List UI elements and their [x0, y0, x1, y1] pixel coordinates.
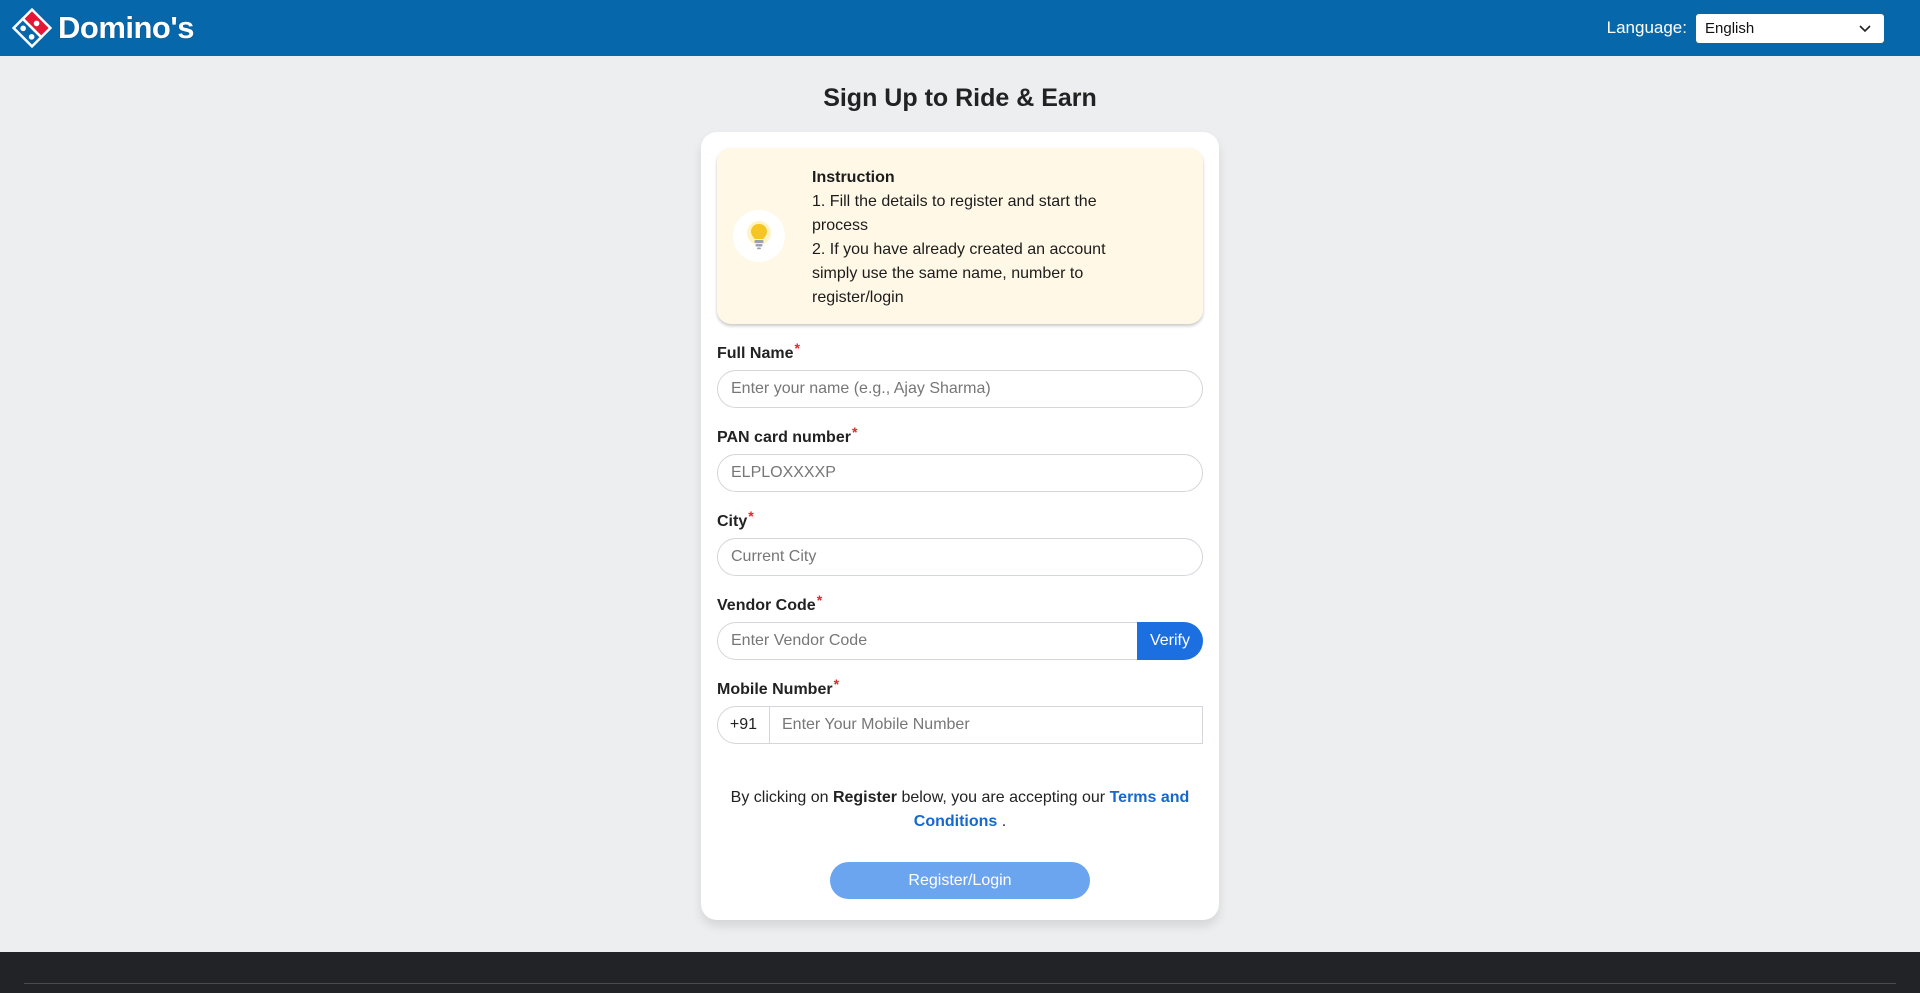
- signup-card: Instruction 1. Fill the details to regis…: [701, 132, 1219, 920]
- instruction-line-2: 2. If you have already created an accoun…: [812, 241, 1106, 306]
- language-selector: Language: English: [1606, 13, 1884, 43]
- language-label: Language:: [1606, 18, 1687, 37]
- vendor-code-label-text: Vendor Code: [717, 597, 816, 614]
- vendor-code-row: Verify: [717, 622, 1203, 660]
- full-name-label-text: Full Name: [717, 345, 794, 362]
- vendor-code-label: Vendor Code*: [717, 592, 1203, 614]
- pan-label-text: PAN card number: [717, 429, 851, 446]
- mobile-number-input[interactable]: [769, 706, 1203, 744]
- terms-prefix: By clicking on: [730, 789, 829, 806]
- terms-register-word: Register: [832, 789, 897, 806]
- brand-name: Domino's: [58, 10, 194, 45]
- lightbulb-icon: [733, 210, 785, 262]
- register-login-button[interactable]: Register/Login: [830, 862, 1090, 899]
- instruction-title: Instruction: [812, 169, 895, 186]
- brand[interactable]: Domino's: [10, 6, 194, 50]
- city-input[interactable]: [717, 538, 1203, 576]
- instruction-box: Instruction 1. Fill the details to regis…: [717, 148, 1203, 324]
- top-header: Domino's Language: English: [0, 0, 1920, 56]
- pan-input[interactable]: [717, 454, 1203, 492]
- instruction-line-1: 1. Fill the details to register and star…: [812, 193, 1097, 234]
- page-title: Sign Up to Ride & Earn: [823, 84, 1097, 112]
- verify-button[interactable]: Verify: [1137, 622, 1203, 660]
- mobile-number-label: Mobile Number*: [717, 676, 1203, 698]
- required-mark: *: [748, 508, 754, 524]
- city-label-text: City: [717, 513, 748, 530]
- footer-divider: [24, 983, 1896, 984]
- instruction-text: Instruction 1. Fill the details to regis…: [812, 166, 1122, 310]
- vendor-code-input[interactable]: [717, 622, 1137, 660]
- country-code: +91: [717, 706, 769, 744]
- terms-notice: By clicking on Register below, you are a…: [717, 786, 1203, 834]
- required-mark: *: [833, 676, 840, 692]
- language-dropdown[interactable]: English: [1696, 13, 1884, 43]
- mobile-number-label-text: Mobile Number: [717, 681, 833, 698]
- pan-label: PAN card number*: [717, 424, 1203, 446]
- city-label: City*: [717, 508, 1203, 530]
- required-mark: *: [794, 340, 800, 356]
- terms-middle: below, you are accepting our: [901, 789, 1106, 806]
- full-name-label: Full Name*: [717, 340, 1203, 362]
- dominos-logo-icon: [10, 6, 54, 50]
- footer: [0, 952, 1920, 993]
- chevron-down-icon: [1859, 25, 1871, 33]
- language-selected-value: English: [1705, 19, 1755, 37]
- mobile-number-row: +91: [717, 706, 1203, 744]
- full-name-input[interactable]: [717, 370, 1203, 408]
- required-mark: *: [816, 592, 823, 608]
- terms-suffix: .: [1001, 813, 1007, 830]
- required-mark: *: [851, 424, 858, 440]
